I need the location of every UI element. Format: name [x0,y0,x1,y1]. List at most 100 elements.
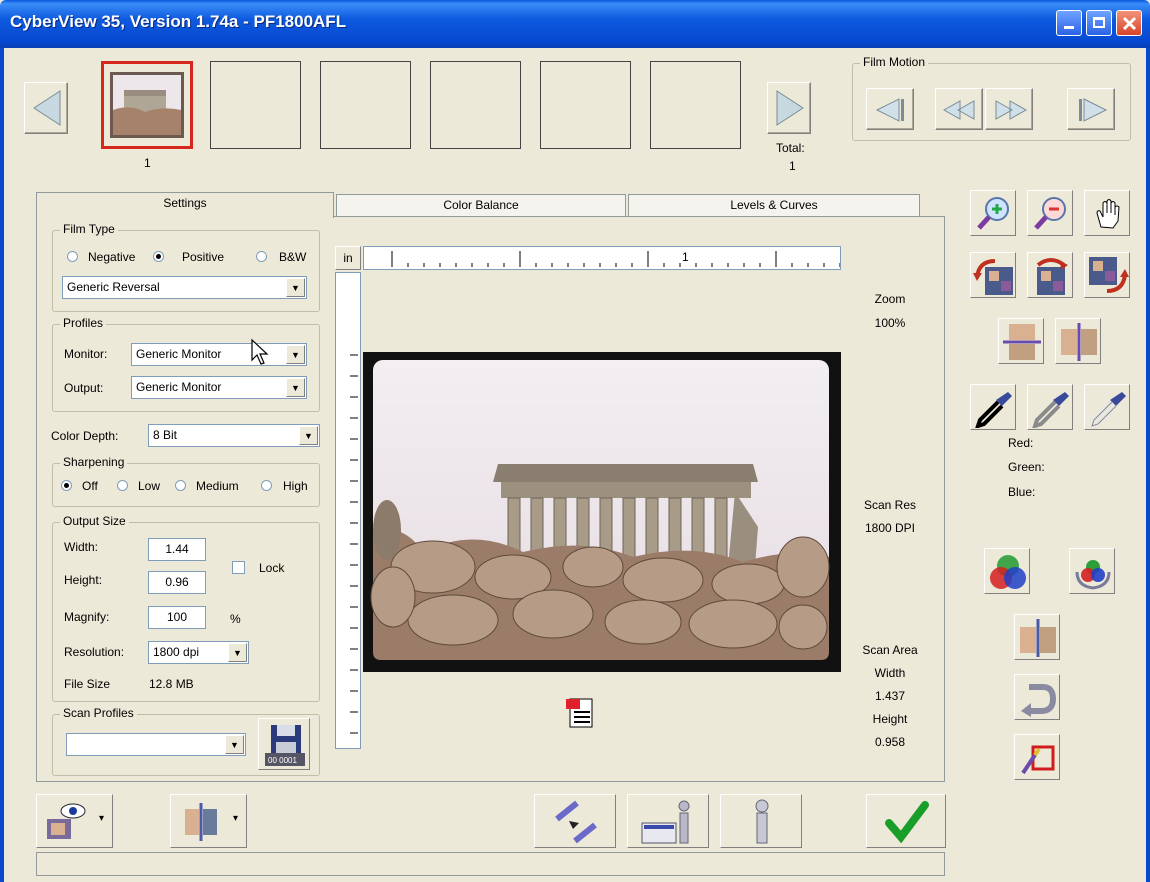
tab-levels-curves[interactable]: Levels & Curves [628,194,920,216]
minimize-button[interactable] [1056,10,1082,36]
radio-sharpen-off[interactable] [61,480,72,491]
chevron-down-icon: ▾ [233,813,239,824]
arrow-right-icon [776,90,804,126]
frame-1-thumbnail [110,72,184,138]
prev-frame-button[interactable] [24,82,68,134]
window-frame-right [1146,48,1150,882]
close-button[interactable] [1116,10,1142,36]
height-input[interactable]: 0.96 [148,571,206,594]
color-depth-label: Color Depth: [51,429,119,443]
preview-image[interactable] [363,352,841,672]
auto-color-button[interactable] [1069,548,1115,594]
total-value: 1 [789,159,796,173]
color-wheel-button[interactable] [984,548,1030,594]
fast-forward-icon [1079,98,1108,122]
lock-checkbox[interactable] [232,561,245,574]
flip-vertical-button[interactable] [998,318,1044,364]
undo-button[interactable] [1014,674,1060,720]
film-eject-button[interactable] [1067,88,1115,130]
zoom-label: Zoom [874,292,906,306]
filmstrip-frame-4[interactable] [430,61,521,149]
output-size-legend: Output Size [60,514,129,528]
mirror-button[interactable] [1014,614,1060,660]
zoom-out-icon [1034,197,1066,230]
ruler-ticks [391,251,840,267]
output-profile-value: Generic Monitor [136,380,222,394]
eyedropper-black-icon [975,392,1012,428]
scan-res-label: Scan Res [863,498,917,512]
width-input[interactable]: 1.44 [148,538,206,561]
filmstrip-frame-6[interactable] [650,61,741,149]
rotate-180-button[interactable] [1027,252,1073,298]
pan-button[interactable] [1084,190,1130,236]
next-frame-button[interactable] [767,82,811,134]
output-label: Output: [64,381,104,395]
radio-sharpen-medium[interactable] [175,480,186,491]
batch-menu-button[interactable]: ▾ [170,794,247,848]
filmstrip-frame-5[interactable] [540,61,631,149]
filmstrip-frame-3[interactable] [320,61,411,149]
zoom-out-button[interactable] [1027,190,1073,236]
save-profile-button[interactable]: 00 0001 [258,718,310,770]
rotate-left-button[interactable] [970,252,1016,298]
preview-icon [47,803,86,839]
hand-pan-icon [1096,199,1120,229]
gray-point-button[interactable] [1027,384,1073,430]
color-depth-select[interactable]: 8 Bit ▼ [148,424,320,447]
info-panel-button[interactable] [627,794,709,848]
chevron-down-icon: ▾ [99,813,105,824]
crop-button[interactable] [1014,734,1060,780]
units-button[interactable]: in [335,246,361,270]
film-rewind-button[interactable] [866,88,914,130]
preview-menu-button[interactable]: ▾ [36,794,113,848]
maximize-button[interactable] [1086,10,1112,36]
auto-color-icon [1075,560,1111,590]
scan-profile-select[interactable]: ▼ [66,733,246,756]
scan-button[interactable] [534,794,616,848]
radio-negative-label: Negative [88,250,136,264]
film-type-group [52,230,320,312]
about-button[interactable] [720,794,802,848]
radio-bw[interactable] [256,251,267,262]
mirror-icon [1020,619,1056,657]
film-forward-button[interactable] [985,88,1033,130]
magnify-input[interactable]: 100 [148,606,206,629]
chevron-down-icon: ▼ [286,278,305,297]
profiles-legend: Profiles [60,316,107,330]
tab-settings[interactable]: Settings [36,192,334,218]
tab-color-balance[interactable]: Color Balance [336,194,626,216]
scan-area-width-value: 1.437 [874,689,906,703]
lock-label: Lock [259,561,285,575]
ruler-mark-1: 1 [682,250,689,264]
radio-positive-label: Positive [182,250,225,264]
sharpening-legend: Sharpening [60,455,128,469]
filmstrip-frame-2[interactable] [210,61,301,149]
film-back-button[interactable] [935,88,983,130]
white-point-button[interactable] [1084,384,1130,430]
monitor-profile-select[interactable]: Generic Monitor ▼ [131,343,307,366]
radio-sharpen-low[interactable] [117,480,128,491]
zoom-in-button[interactable] [970,190,1016,236]
radio-sharpen-high[interactable] [261,480,272,491]
radio-sharpen-off-label: Off [82,479,98,493]
black-point-button[interactable] [970,384,1016,430]
filmstrip-frame-1[interactable] [101,61,193,149]
ok-button[interactable] [866,794,946,848]
rewind-icon [875,98,904,122]
film-type-legend: Film Type [60,222,118,236]
eyedropper-white-icon [1089,392,1126,428]
flip-horizontal-button[interactable] [1055,318,1101,364]
title-bar: CyberView 35, Version 1.74a - PF1800AFL [0,0,1150,48]
resolution-select[interactable]: 1800 dpi ▼ [148,641,249,664]
horizontal-ruler: 1 [363,246,841,270]
ok-check-icon [885,801,929,843]
radio-sharpen-low-label: Low [138,479,161,493]
radio-negative[interactable] [67,251,78,262]
document-icon [566,698,593,728]
radio-positive[interactable] [153,251,164,262]
resolution-value: 1800 dpi [153,645,200,659]
output-profile-select[interactable]: Generic Monitor ▼ [131,376,307,399]
film-preset-select[interactable]: Generic Reversal ▼ [62,276,307,299]
close-icon [1122,16,1137,31]
rotate-right-button[interactable] [1084,252,1130,298]
